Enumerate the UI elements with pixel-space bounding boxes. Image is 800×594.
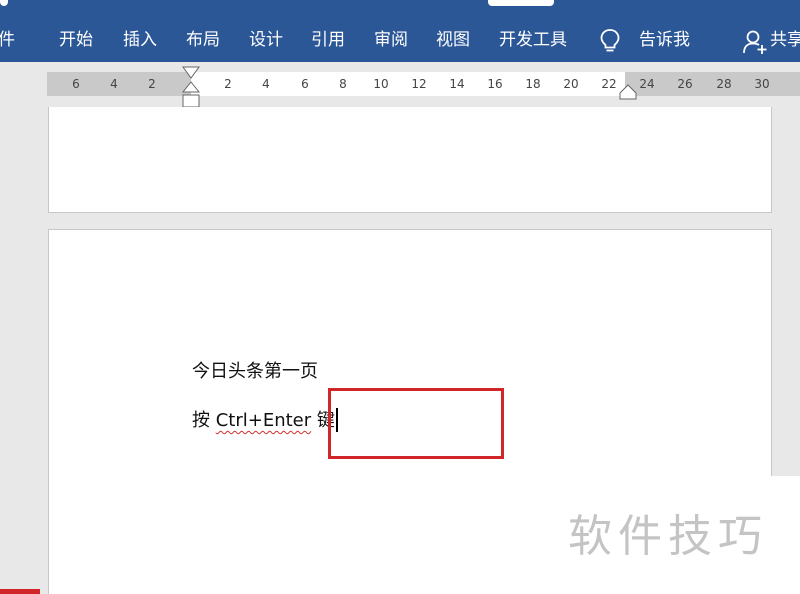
tab-file[interactable]: 件 (0, 18, 15, 62)
ruler-tick: 16 (487, 77, 503, 91)
ruler-tick: 14 (449, 77, 465, 91)
ruler-tick: 30 (754, 77, 770, 91)
ruler-tick: 20 (563, 77, 579, 91)
tab-references[interactable]: 引用 (311, 18, 345, 62)
quick-access-icon[interactable] (0, 0, 8, 6)
ruler-tick: 4 (110, 77, 118, 91)
share-person-icon[interactable] (742, 29, 768, 55)
tab-design[interactable]: 设计 (249, 18, 283, 62)
status-indicator (0, 589, 40, 594)
share-button[interactable]: 共享 (770, 18, 800, 62)
ruler-tick: 6 (72, 77, 80, 91)
watermark-text: 软件技巧 (568, 511, 768, 562)
line2-prefix: 按 (192, 410, 216, 431)
ruler-left-margin (47, 72, 191, 96)
left-indent-marker-icon[interactable] (181, 66, 201, 110)
tab-review[interactable]: 审阅 (374, 18, 408, 62)
ruler-tick: 22 (601, 77, 617, 91)
ruler-tick: 28 (716, 77, 732, 91)
title-bar-button[interactable] (488, 0, 554, 6)
ruler-tick: 4 (262, 77, 270, 91)
ruler-tick: 18 (525, 77, 541, 91)
ruler-tick: 6 (301, 77, 309, 91)
document-text-line-2[interactable]: 按 Ctrl+Enter 键 (192, 406, 338, 432)
ruler-tick: 2 (224, 77, 232, 91)
right-indent-marker-icon[interactable] (619, 84, 637, 100)
title-bar (0, 0, 800, 18)
ribbon-tab-bar: 件 开始 插入 布局 设计 引用 审阅 视图 开发工具 告诉我 共享 (0, 18, 800, 62)
tab-layout[interactable]: 布局 (186, 18, 220, 62)
annotation-highlight-box (328, 388, 504, 459)
tab-view[interactable]: 视图 (436, 18, 470, 62)
ruler-tick: 10 (373, 77, 389, 91)
ruler-tick: 26 (677, 77, 693, 91)
document-text-line-1[interactable]: 今日头条第一页 (192, 357, 318, 383)
tab-insert[interactable]: 插入 (123, 18, 157, 62)
spellcheck-flagged-text: Ctrl+Enter (215, 410, 312, 431)
horizontal-ruler[interactable]: 6 4 2 2 4 6 8 10 12 14 16 18 20 22 24 26… (47, 72, 800, 96)
page-one[interactable] (48, 107, 772, 213)
tab-home[interactable]: 开始 (59, 18, 93, 62)
tell-me-box[interactable]: 告诉我 (639, 18, 690, 62)
ruler-tick: 8 (339, 77, 347, 91)
ruler-tick: 2 (148, 77, 156, 91)
ruler-tick: 12 (411, 77, 427, 91)
ruler-tick: 24 (639, 77, 655, 91)
tab-developer[interactable]: 开发工具 (499, 18, 567, 62)
lightbulb-icon[interactable] (598, 28, 622, 54)
